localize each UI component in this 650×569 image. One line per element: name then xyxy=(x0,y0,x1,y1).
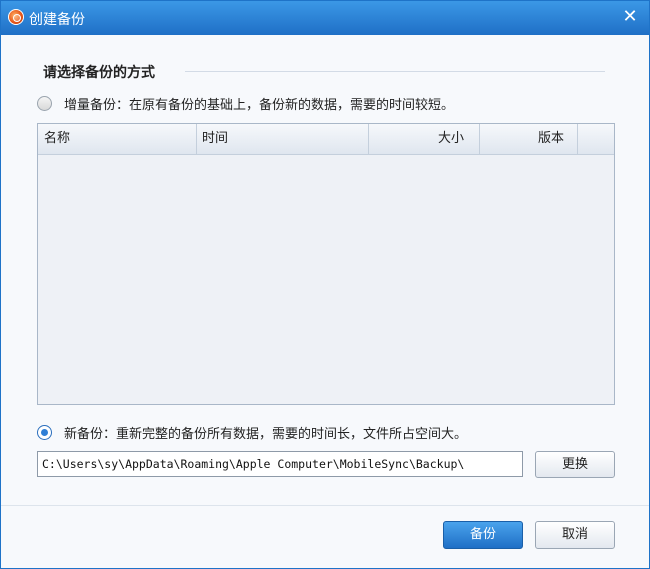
column-header-name[interactable]: 名称 xyxy=(44,124,70,154)
incremental-label: 增量备份：在原有备份的基础上，备份新的数据，需要的时间较短。 xyxy=(64,97,455,113)
new-backup-radio[interactable] xyxy=(37,424,52,440)
column-header-time[interactable]: 时间 xyxy=(202,124,228,154)
table-header: 名称 时间 大小 版本 xyxy=(38,124,614,155)
backup-list-table[interactable]: 名称 时间 大小 版本 xyxy=(37,123,615,405)
title-bar[interactable]: 创建备份 ✕ xyxy=(1,1,649,35)
column-header-version[interactable]: 版本 xyxy=(538,124,564,154)
footer-divider xyxy=(1,505,649,506)
section-divider xyxy=(185,71,605,72)
change-path-button[interactable]: 更换 xyxy=(535,451,615,478)
close-icon[interactable]: ✕ xyxy=(621,7,639,27)
column-divider xyxy=(196,124,197,154)
new-backup-option[interactable]: 新备份：重新完整的备份所有数据，需要的时间长，文件所占空间大。 xyxy=(37,422,467,442)
incremental-radio[interactable] xyxy=(37,95,52,111)
column-divider xyxy=(368,124,369,154)
backup-path-input[interactable] xyxy=(37,451,523,477)
window-title: 创建备份 xyxy=(29,11,85,27)
column-header-size[interactable]: 大小 xyxy=(438,124,464,154)
new-backup-label: 新备份：重新完整的备份所有数据，需要的时间长，文件所占空间大。 xyxy=(64,426,468,442)
create-backup-dialog: 创建备份 ✕ 请选择备份的方式 增量备份：在原有备份的基础上，备份新的数据，需要… xyxy=(0,0,650,569)
backup-button[interactable]: 备份 xyxy=(443,521,523,549)
incremental-option[interactable]: 增量备份：在原有备份的基础上，备份新的数据，需要的时间较短。 xyxy=(37,93,454,113)
column-divider xyxy=(577,124,578,154)
column-divider xyxy=(479,124,480,154)
cancel-button[interactable]: 取消 xyxy=(535,521,615,549)
app-logo-icon xyxy=(8,9,24,25)
section-title: 请选择备份的方式 xyxy=(43,65,155,81)
